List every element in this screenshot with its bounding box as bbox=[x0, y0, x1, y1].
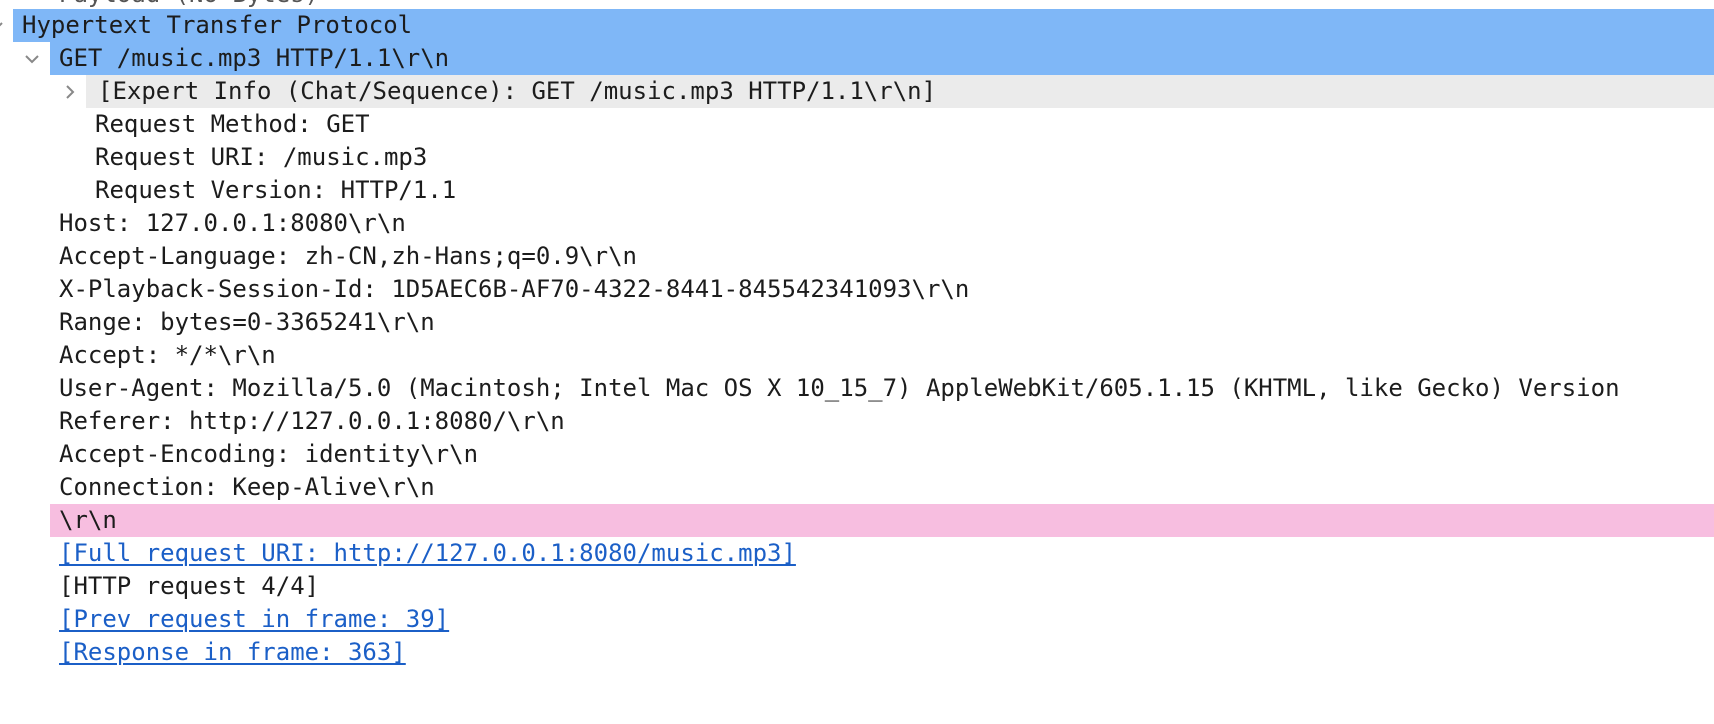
http-request-count-label: [HTTP request 4/4] bbox=[59, 572, 320, 600]
tree-row-range[interactable]: Range: bytes=0-3365241\r\n bbox=[0, 306, 1714, 339]
response-frame-link[interactable]: [Response in frame: 363] bbox=[59, 636, 406, 669]
tree-row-full-uri[interactable]: [Full request URI: http://127.0.0.1:8080… bbox=[0, 537, 1714, 570]
chevron-right-icon[interactable] bbox=[59, 75, 81, 108]
request-uri-label: Request URI: /music.mp3 bbox=[95, 143, 428, 171]
empty-line-highlight bbox=[50, 504, 1714, 537]
request-version-label: Request Version: HTTP/1.1 bbox=[95, 176, 457, 204]
tree-row-request-uri[interactable]: Request URI: /music.mp3 bbox=[0, 141, 1714, 174]
connection-header-label: Connection: Keep-Alive\r\n bbox=[59, 473, 435, 501]
accept-language-header-label: Accept-Language: zh-CN,zh-Hans;q=0.9\r\n bbox=[59, 242, 637, 270]
tree-row-request-line[interactable]: GET /music.mp3 HTTP/1.1\r\n bbox=[0, 42, 1714, 75]
user-agent-header-label: User-Agent: Mozilla/5.0 (Macintosh; Inte… bbox=[59, 374, 1620, 402]
accept-header-label: Accept: */*\r\n bbox=[59, 341, 276, 369]
tree-row-accept[interactable]: Accept: */*\r\n bbox=[0, 339, 1714, 372]
referer-header-label: Referer: http://127.0.0.1:8080/\r\n bbox=[59, 407, 565, 435]
request-method-label: Request Method: GET bbox=[95, 110, 370, 138]
http-protocol-label: Hypertext Transfer Protocol bbox=[22, 11, 413, 39]
tree-row-response-in[interactable]: [Response in frame: 363] bbox=[0, 636, 1714, 669]
tree-row-prev-request[interactable]: [Prev request in frame: 39] bbox=[0, 603, 1714, 636]
tree-row-playback-session[interactable]: X-Playback-Session-Id: 1D5AEC6B-AF70-432… bbox=[0, 273, 1714, 306]
empty-line-label: \r\n bbox=[59, 506, 117, 534]
tree-row-host[interactable]: Host: 127.0.0.1:8080\r\n bbox=[0, 207, 1714, 240]
tree-row-accept-encoding[interactable]: Accept-Encoding: identity\r\n bbox=[0, 438, 1714, 471]
tree-row-http[interactable]: Hypertext Transfer Protocol bbox=[0, 9, 1714, 42]
tree-row-request-version[interactable]: Request Version: HTTP/1.1 bbox=[0, 174, 1714, 207]
tree-row-request-method[interactable]: Request Method: GET bbox=[0, 108, 1714, 141]
expert-info-label: [Expert Info (Chat/Sequence): GET /music… bbox=[98, 77, 937, 105]
tree-row-connection[interactable]: Connection: Keep-Alive\r\n bbox=[0, 471, 1714, 504]
tree-row-user-agent[interactable]: User-Agent: Mozilla/5.0 (Macintosh; Inte… bbox=[0, 372, 1714, 405]
accept-encoding-header-label: Accept-Encoding: identity\r\n bbox=[59, 440, 479, 468]
tree-row-http-request[interactable]: [HTTP request 4/4] bbox=[0, 570, 1714, 603]
chevron-down-icon[interactable] bbox=[21, 42, 43, 75]
chevron-down-icon[interactable] bbox=[0, 9, 8, 42]
playback-session-header-label: X-Playback-Session-Id: 1D5AEC6B-AF70-432… bbox=[59, 275, 970, 303]
tree-row-expert-info[interactable]: [Expert Info (Chat/Sequence): GET /music… bbox=[0, 75, 1714, 108]
request-line-label: GET /music.mp3 HTTP/1.1\r\n bbox=[59, 44, 450, 72]
range-header-label: Range: bytes=0-3365241\r\n bbox=[59, 308, 435, 336]
full-request-uri-link[interactable]: [Full request URI: http://127.0.0.1:8080… bbox=[59, 537, 796, 570]
tree-row-accept-language[interactable]: Accept-Language: zh-CN,zh-Hans;q=0.9\r\n bbox=[0, 240, 1714, 273]
host-header-label: Host: 127.0.0.1:8080\r\n bbox=[59, 209, 406, 237]
tree-row-empty-line[interactable]: \r\n bbox=[0, 504, 1714, 537]
tree-row-referer[interactable]: Referer: http://127.0.0.1:8080/\r\n bbox=[0, 405, 1714, 438]
prev-request-frame-link[interactable]: [Prev request in frame: 39] bbox=[59, 603, 449, 636]
